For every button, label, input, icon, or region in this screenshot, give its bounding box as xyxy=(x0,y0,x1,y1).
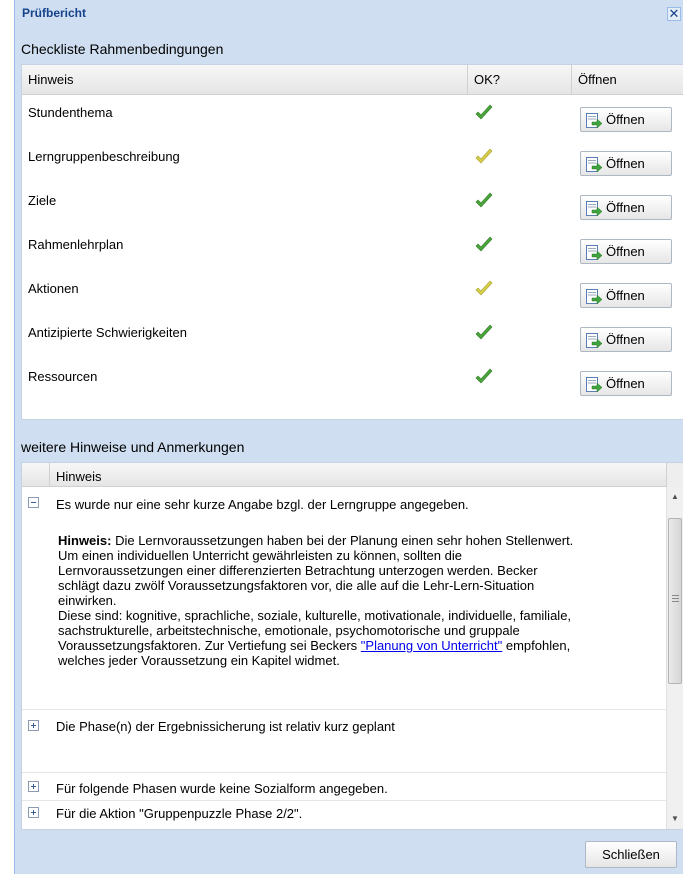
detail-line: Um einen individuellen Unterricht gewähr… xyxy=(58,548,462,563)
open-button-label: Öffnen xyxy=(606,200,645,215)
row-label: Aktionen xyxy=(28,281,79,296)
detail-text: Die Lernvoraussetzungen haben bei der Pl… xyxy=(111,533,574,548)
detail-line: schlägt dazu zwölf Voraussetzungsfaktore… xyxy=(58,578,535,593)
notes-grid: Hinweis Es wurde nur eine sehr kurze Ang… xyxy=(21,462,683,830)
checklist-row: Ziele Öffnen xyxy=(22,183,683,227)
row-label: Lerngruppenbeschreibung xyxy=(28,149,180,164)
check-icon xyxy=(475,104,493,120)
check-icon xyxy=(475,368,493,384)
note-text: Für folgende Phasen wurde keine Sozialfo… xyxy=(56,781,388,796)
schliessen-button[interactable]: Schließen xyxy=(585,841,677,868)
checklist-row: Ressourcen Öffnen xyxy=(22,359,683,403)
open-button[interactable]: Öffnen xyxy=(580,195,672,220)
note-row[interactable]: Es wurde nur eine sehr kurze Angabe bzgl… xyxy=(22,487,668,710)
detail-line: Diese sind: kognitive, sprachliche, sozi… xyxy=(58,608,572,623)
checklist-grid-header: Hinweis OK? Öffnen xyxy=(22,65,683,95)
detail-text: empfohlen, xyxy=(502,638,571,653)
pruefbericht-window: Prüfbericht ✕ Checkliste Rahmenbedingung… xyxy=(14,0,683,874)
row-label: Stundenthema xyxy=(28,105,113,120)
detail-line: sachstrukturelle, arbeitstechnische, emo… xyxy=(58,623,520,638)
notes-scrollbar[interactable]: ▲ ▼ xyxy=(666,487,683,829)
scrollbar-thumb[interactable] xyxy=(668,518,682,684)
detail-line: welches jeder Voraussetzung ein Kapitel … xyxy=(58,653,340,668)
open-button[interactable]: Öffnen xyxy=(580,239,672,264)
note-row[interactable]: Die Phase(n) der Ergebnissicherung ist r… xyxy=(22,710,668,773)
expand-icon[interactable] xyxy=(28,807,39,818)
open-button-label: Öffnen xyxy=(606,288,645,303)
scrollbar-header-cap xyxy=(666,463,683,487)
notes-section-title: weitere Hinweise und Anmerkungen xyxy=(21,439,245,455)
open-button[interactable]: Öffnen xyxy=(580,107,672,132)
expand-icon[interactable] xyxy=(28,781,39,792)
open-document-icon xyxy=(586,157,603,173)
row-label: Ressourcen xyxy=(28,369,98,384)
scroll-down-icon[interactable]: ▼ xyxy=(667,811,683,827)
open-button[interactable]: Öffnen xyxy=(580,371,672,396)
checklist-row: Antizipierte Schwierigkeiten Öffnen xyxy=(22,315,683,359)
note-text: Für die Aktion "Gruppenpuzzle Phase 2/2"… xyxy=(56,806,303,821)
open-document-icon xyxy=(586,289,603,305)
check-icon xyxy=(475,324,493,340)
notes-grid-header: Hinweis xyxy=(22,463,683,487)
column-header-hinweis[interactable]: Hinweis xyxy=(22,65,468,95)
open-button-label: Öffnen xyxy=(606,376,645,391)
check-icon xyxy=(475,280,493,296)
detail-line: einwirken. xyxy=(58,593,117,608)
open-document-icon xyxy=(586,333,603,349)
open-document-icon xyxy=(586,377,603,393)
detail-line: Voraussetzungsfaktoren. Zur Vertiefung s… xyxy=(58,638,654,653)
note-detail: Hinweis: Die Lernvoraussetzungen haben b… xyxy=(58,533,654,668)
open-button[interactable]: Öffnen xyxy=(580,327,672,352)
open-button-label: Öffnen xyxy=(606,332,645,347)
checklist-row: Aktionen Öffnen xyxy=(22,271,683,315)
column-header-ok[interactable]: OK? xyxy=(468,65,572,95)
planung-von-unterricht-link[interactable]: "Planung von Unterricht" xyxy=(361,638,502,653)
row-label: Antizipierte Schwierigkeiten xyxy=(28,325,187,340)
open-button-label: Öffnen xyxy=(606,156,645,171)
checklist-section-title: Checkliste Rahmenbedingungen xyxy=(21,41,224,57)
column-header-open[interactable]: Öffnen xyxy=(572,65,683,95)
close-icon[interactable]: ✕ xyxy=(667,7,681,21)
detail-line: Hinweis: Die Lernvoraussetzungen haben b… xyxy=(58,533,654,548)
open-document-icon xyxy=(586,201,603,217)
scroll-up-icon[interactable]: ▲ xyxy=(667,489,683,505)
open-button[interactable]: Öffnen xyxy=(580,151,672,176)
checklist-row: Rahmenlehrplan Öffnen xyxy=(22,227,683,271)
note-row[interactable]: Für die Aktion "Gruppenpuzzle Phase 2/2"… xyxy=(22,801,668,829)
column-header-hinweis[interactable]: Hinweis xyxy=(56,469,102,484)
open-button[interactable]: Öffnen xyxy=(580,283,672,308)
note-text: Es wurde nur eine sehr kurze Angabe bzgl… xyxy=(56,497,469,512)
row-label: Rahmenlehrplan xyxy=(28,237,124,252)
window-title: Prüfbericht xyxy=(22,6,87,20)
row-label: Ziele xyxy=(28,193,57,208)
detail-line: Lernvoraussetzungen einer differenzierte… xyxy=(58,563,538,578)
title-bar: Prüfbericht ✕ xyxy=(15,0,683,22)
open-document-icon xyxy=(586,113,603,129)
expander-column-header xyxy=(22,463,50,487)
check-icon xyxy=(475,148,493,164)
detail-bold-label: Hinweis: xyxy=(58,533,112,548)
check-icon xyxy=(475,236,493,252)
detail-text: Voraussetzungsfaktoren. Zur Vertiefung s… xyxy=(58,638,361,653)
collapse-icon[interactable] xyxy=(28,497,39,508)
check-icon xyxy=(475,192,493,208)
expand-icon[interactable] xyxy=(28,720,39,731)
note-row[interactable]: Für folgende Phasen wurde keine Sozialfo… xyxy=(22,773,668,801)
checklist-grid: Hinweis OK? Öffnen Stundenthema Öffnen L… xyxy=(21,64,683,420)
note-text: Die Phase(n) der Ergebnissicherung ist r… xyxy=(56,719,395,734)
open-button-label: Öffnen xyxy=(606,244,645,259)
checklist-row: Lerngruppenbeschreibung Öffnen xyxy=(22,139,683,183)
checklist-row: Stundenthema Öffnen xyxy=(22,95,683,139)
open-document-icon xyxy=(586,245,603,261)
open-button-label: Öffnen xyxy=(606,112,645,127)
grip-icon xyxy=(672,595,679,602)
